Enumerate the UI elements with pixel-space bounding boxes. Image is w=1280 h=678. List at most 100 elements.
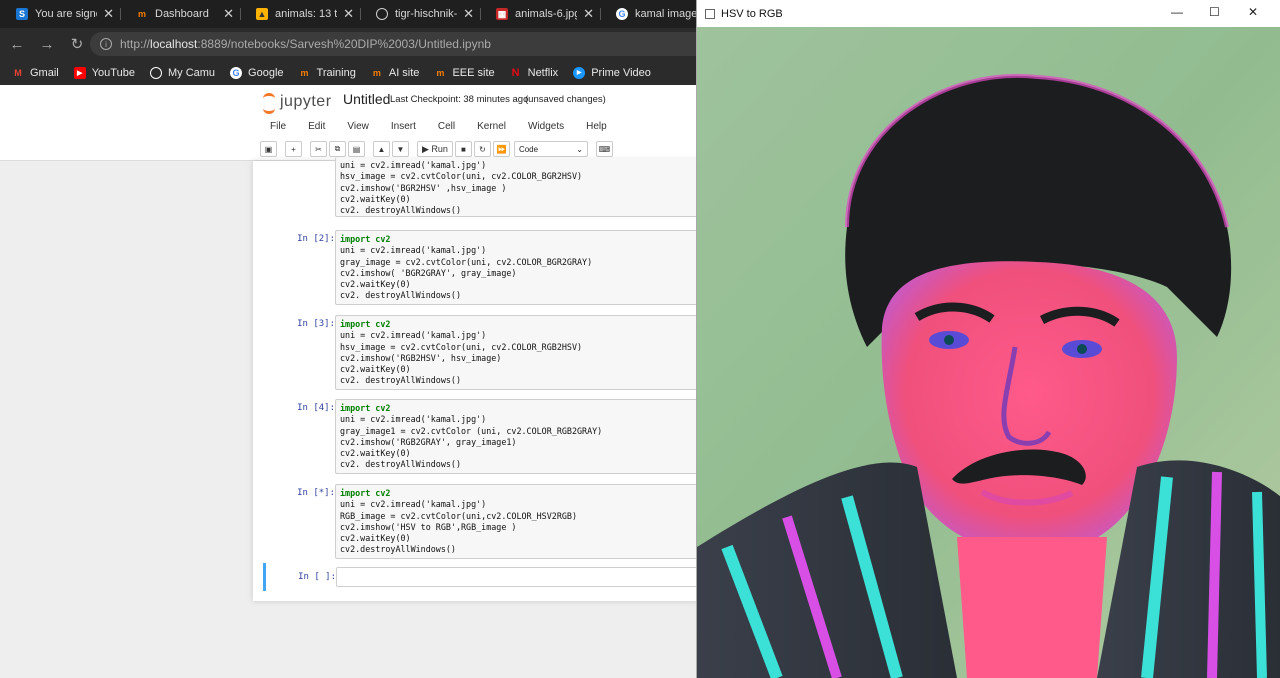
- jupyter-menubar: File Edit View Insert Cell Kernel Widget…: [260, 115, 619, 137]
- menu-kernel[interactable]: Kernel: [477, 121, 506, 132]
- minimize-icon[interactable]: —: [1171, 5, 1183, 19]
- code-cell[interactable]: In [3]: import cv2 uni = cv2.imread('kama…: [265, 315, 700, 390]
- globe-icon: [376, 8, 388, 20]
- tab-title: You are signed: [35, 8, 97, 20]
- cell-prompt: In [ ]:: [298, 572, 336, 582]
- cell-prompt: In [3]:: [297, 319, 335, 329]
- code-cell[interactable]: In [2]: import cv2 uni = cv2.imread('kama…: [265, 230, 700, 305]
- code-editor[interactable]: import cv2 uni = cv2.imread('kamal.jpg') h…: [335, 315, 700, 390]
- cell-type-select[interactable]: Code ⌄: [513, 141, 588, 157]
- code-line: cv2.waitKey(0): [340, 364, 411, 375]
- address-bar[interactable]: i http://localhost:8889/notebooks/Sarves…: [90, 32, 710, 56]
- code-editor[interactable]: import cv2 uni = cv2.imread('kamal.jpg') R…: [335, 484, 700, 559]
- browser-tab[interactable]: ▦ animals-6.jpg ✕: [480, 0, 600, 28]
- move-down-icon[interactable]: ▼: [392, 141, 409, 157]
- code-editor[interactable]: import cv2 uni = cv2.imread('kamal.jpg') g…: [335, 399, 700, 474]
- menu-widgets[interactable]: Widgets: [528, 121, 564, 132]
- url-scheme: http://: [120, 37, 151, 51]
- bookmark-youtube[interactable]: ▶ YouTube: [73, 66, 135, 79]
- chevron-down-icon: ⌄: [576, 144, 583, 154]
- reload-icon[interactable]: ↻: [64, 31, 90, 57]
- menu-cell[interactable]: Cell: [438, 121, 455, 132]
- code-editor[interactable]: [336, 567, 701, 587]
- bookmark-prime-video[interactable]: ▶ Prime Video: [573, 66, 651, 79]
- tab-favicon-icon: m: [137, 9, 146, 19]
- close-tab-icon[interactable]: ✕: [583, 6, 594, 22]
- browser-tab[interactable]: m Dashboard ✕: [120, 0, 240, 28]
- copy-icon[interactable]: ⧉: [329, 141, 346, 157]
- bookmark-ai-site[interactable]: m AI site: [371, 67, 420, 79]
- bookmark-eee-site[interactable]: m EEE site: [434, 67, 494, 79]
- code-line: cv2.imshow('HSV to RGB',RGB_image ): [340, 521, 517, 532]
- code-line: gray_image1 = cv2.cvtColor (uni, cv2.COL…: [340, 425, 603, 436]
- info-icon[interactable]: i: [100, 38, 112, 50]
- paste-icon[interactable]: ▤: [348, 141, 365, 157]
- browser-tab[interactable]: ▲ animals: 13 th ✕: [240, 0, 360, 28]
- bookmark-label: My Camu: [167, 66, 216, 79]
- bookmark-label: Google: [248, 66, 284, 79]
- menu-view[interactable]: View: [347, 121, 369, 132]
- run-label: Run: [431, 144, 448, 154]
- code-cell[interactable]: uni = cv2.imread('kamal.jpg') hsv_image =…: [265, 157, 700, 217]
- close-icon[interactable]: ✕: [1248, 5, 1258, 19]
- menu-file[interactable]: File: [270, 121, 286, 132]
- pupil-right: [1077, 344, 1087, 354]
- bookmark-my-camu[interactable]: My Camu: [149, 66, 216, 79]
- youtube-icon: ▶: [73, 66, 86, 79]
- code-cell-selected[interactable]: In [ ]:: [263, 563, 701, 591]
- close-tab-icon[interactable]: ✕: [463, 6, 474, 22]
- code-line: cv2.imshow('BGR2HSV' ,hsv_image ): [340, 182, 507, 193]
- bookmark-google[interactable]: G Google: [230, 66, 284, 79]
- url-host: localhost: [150, 37, 198, 51]
- close-tab-icon[interactable]: ✕: [103, 6, 114, 22]
- cell-prompt: In [4]:: [297, 403, 335, 413]
- menu-help[interactable]: Help: [586, 121, 607, 132]
- menu-edit[interactable]: Edit: [308, 121, 325, 132]
- close-tab-icon[interactable]: ✕: [343, 6, 354, 22]
- forward-icon[interactable]: →: [34, 31, 60, 57]
- jupyter-logo[interactable]: jupyter: [262, 91, 332, 114]
- neck-shape: [957, 537, 1107, 678]
- tab-title: kamal images: [635, 8, 698, 20]
- browser-tab[interactable]: tigr-hischnik- ✕: [360, 0, 480, 28]
- globe-icon: [149, 66, 162, 79]
- code-line: cv2. destroyAllWindows(): [340, 459, 462, 470]
- code-line: gray_image = cv2.cvtColor(uni, cv2.COLOR…: [340, 256, 593, 267]
- window-titlebar[interactable]: HSV to RGB: [697, 0, 1280, 27]
- code-line: import cv2: [340, 488, 391, 498]
- code-line: uni = cv2.imread('kamal.jpg'): [340, 499, 487, 510]
- code-line: uni = cv2.imread('kamal.jpg'): [340, 245, 487, 256]
- code-cell[interactable]: In [*]: import cv2 uni = cv2.imread('kama…: [265, 484, 700, 559]
- restart-run-all-icon[interactable]: ⏩: [492, 141, 510, 157]
- browser-tab[interactable]: S You are signed ✕: [0, 0, 120, 28]
- checkpoint-status: Last Checkpoint: 38 minutes ago: [390, 94, 529, 105]
- unsaved-status: (unsaved changes): [525, 94, 606, 105]
- code-editor[interactable]: uni = cv2.imread('kamal.jpg') hsv_image =…: [335, 157, 700, 217]
- restart-icon[interactable]: ↻: [473, 141, 491, 157]
- tab-title: tigr-hischnik-: [395, 8, 458, 20]
- tab-title: Dashboard: [155, 8, 209, 20]
- bookmark-training[interactable]: m Training: [299, 67, 356, 79]
- cut-icon[interactable]: ✂: [310, 141, 327, 157]
- code-cell[interactable]: In [4]: import cv2 uni = cv2.imread('kama…: [265, 399, 700, 474]
- bookmark-netflix[interactable]: N Netflix: [510, 67, 559, 79]
- code-line: hsv_image = cv2.cvtColor(uni, cv2.COLOR_…: [340, 171, 583, 182]
- notebook-name[interactable]: Untitled: [343, 91, 390, 107]
- code-line: cv2.imshow('RGB2GRAY', gray_image1): [340, 436, 517, 447]
- save-icon[interactable]: ▣: [260, 141, 277, 157]
- interrupt-icon[interactable]: ■: [454, 141, 472, 157]
- close-tab-icon[interactable]: ✕: [223, 6, 234, 22]
- code-line: cv2.imshow( 'BGR2GRAY', gray_image): [340, 267, 517, 278]
- keyboard-icon[interactable]: ⌨: [595, 141, 613, 157]
- tab-favicon-icon: S: [16, 8, 28, 20]
- code-line: cv2.waitKey(0): [340, 533, 411, 544]
- insert-cell-icon[interactable]: +: [285, 141, 302, 157]
- code-line: cv2. destroyAllWindows(): [340, 205, 462, 216]
- bookmark-gmail[interactable]: M Gmail: [12, 67, 58, 79]
- maximize-icon[interactable]: ☐: [1209, 5, 1220, 19]
- back-icon[interactable]: ←: [4, 31, 30, 57]
- menu-insert[interactable]: Insert: [391, 121, 416, 132]
- move-up-icon[interactable]: ▲: [373, 141, 390, 157]
- run-button[interactable]: ▶ Run: [417, 141, 453, 157]
- code-editor[interactable]: import cv2 uni = cv2.imread('kamal.jpg') g…: [335, 230, 700, 305]
